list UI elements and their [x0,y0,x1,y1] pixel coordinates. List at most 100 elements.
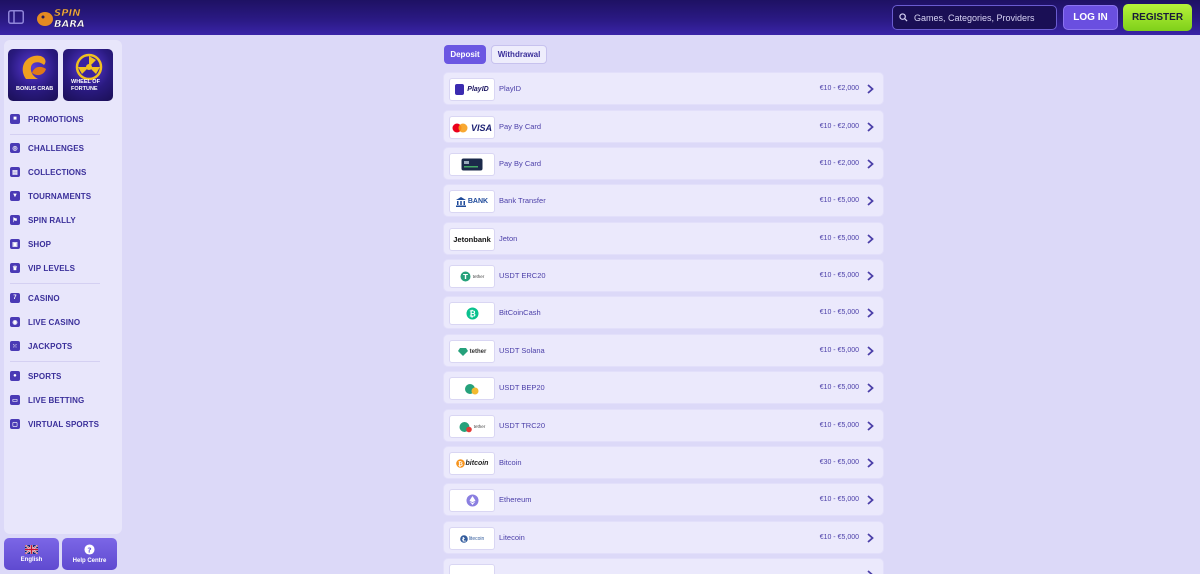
sidebar-item-label: CASINO [28,293,60,303]
method-name: Bitcoin [499,458,522,467]
method-name: BitCoinCash [499,308,541,317]
payment-method-bitcoin-cash[interactable]: ₿ BitCoinCash €10 - €5,000 [443,296,884,329]
crab-claw-icon [22,55,46,79]
chevron-right-icon [864,345,876,357]
sidebar-item-live-casino[interactable]: ◉ LIVE CASINO [10,314,80,330]
method-range: €10 - €5,000 [819,235,859,242]
roulette-icon: ◉ [10,317,20,327]
sidebar-item-live-betting[interactable]: ▭ LIVE BETTING [10,392,84,408]
payment-method-litecoin[interactable]: Ł litecoin Litecoin €10 - €5,000 [443,521,884,554]
sidebar-item-shop[interactable]: ▣ SHOP [10,236,51,252]
chevron-right-icon [864,83,876,95]
promo-card-wheel[interactable]: WHEEL OF FORTUNE [63,49,113,101]
logo-text: tether [472,274,485,279]
promo-label: BONUS CRAB [16,86,54,92]
help-icon: ? [84,544,95,555]
method-range: €10 - €5,000 [819,422,859,429]
shop-icon: ▣ [10,239,20,249]
register-button[interactable]: REGISTER [1123,4,1192,31]
sidebar-item-tournaments[interactable]: ▼ TOURNAMENTS [10,188,91,204]
promo-card-bonus-crab[interactable]: BONUS CRAB [8,49,58,101]
sidebar-item-vip-levels[interactable]: ♛ VIP LEVELS [10,260,75,276]
method-range: €10 - €2,000 [819,85,859,92]
credit-card-icon [461,158,483,171]
sidebar-item-virtual-sports[interactable]: ▢ VIRTUAL SPORTS [10,416,99,432]
divider [10,283,100,284]
method-range: €10 - €5,000 [819,496,859,503]
litecoin-icon: Ł [459,534,468,543]
logo-text: VISA [470,122,492,133]
chevron-right-icon [864,158,876,170]
sidebar-item-casino[interactable]: 7 CASINO [10,290,60,306]
sidebar-item-label: CHALLENGES [28,143,85,153]
method-name: USDT TRC20 [499,421,545,430]
svg-text:T: T [463,273,468,281]
sidebar-item-label: VIP LEVELS [28,263,76,273]
uk-flag-icon [25,545,38,554]
method-range: €10 - €2,000 [819,123,859,130]
sidebar-item-jackpots[interactable]: ⁙ JACKPOTS [10,338,72,354]
sidebar-item-spin-rally[interactable]: ⚑ SPIN RALLY [10,212,76,228]
sidebar-item-promotions[interactable]: ■ PROMOTIONS [10,111,84,127]
tether-bep20-logo [449,377,495,400]
help-centre-button[interactable]: ? Help Centre [62,538,117,570]
chevron-right-icon [864,121,876,133]
language-label: English [20,557,43,563]
payment-method-usdt-solana[interactable]: tether USDT Solana €10 - €5,000 [443,334,884,367]
payment-method-card[interactable]: Pay By Card €10 - €2,000 [443,147,884,180]
chevron-right-icon [864,270,876,282]
spinbara-logo[interactable]: SPIN BARA [36,5,96,30]
tether-erc20-logo: T tether [449,265,495,288]
payment-method-usdt-trc20[interactable]: tether USDT TRC20 €10 - €5,000 [443,409,884,442]
login-button[interactable]: LOG IN [1063,5,1118,30]
method-range: €10 - €5,000 [819,384,859,391]
mastercard-icon [452,123,468,132]
sidebar-toggle-icon[interactable] [6,7,26,27]
top-bar: SPIN BARA LOG IN REGISTER [0,0,1200,35]
method-range: €10 - €5,000 [819,197,859,204]
method-name: Ethereum [499,495,532,504]
payment-logo [449,564,495,574]
payment-method-jeton[interactable]: Jetonbank Jeton €10 - €5,000 [443,222,884,255]
sidebar-item-challenges[interactable]: ◎ CHALLENGES [10,140,84,156]
ethereum-icon [466,494,478,507]
tether-icon: T [460,271,471,282]
payment-method-bitcoin[interactable]: ₿ bitcoin Bitcoin €30 - €5,000 [443,446,884,479]
bitcoin-icon: ₿ [455,459,465,468]
chevron-right-icon [864,195,876,207]
method-name: USDT BEP20 [499,383,545,392]
payment-method-partial[interactable] [443,558,884,574]
sidebar-item-label: SHOP [28,239,52,249]
logo-text: tether [469,348,487,355]
bank-transfer-logo: BANK [449,190,495,213]
language-button[interactable]: English [4,538,59,570]
search-icon [899,13,908,22]
payment-method-usdt-erc20[interactable]: T tether USDT ERC20 €10 - €5,000 [443,259,884,292]
method-range: €10 - €5,000 [819,347,859,354]
svg-text:₿: ₿ [458,461,463,468]
search-input[interactable] [914,12,1054,23]
crown-icon: ♛ [10,263,20,273]
payment-method-usdt-bep20[interactable]: USDT BEP20 €10 - €5,000 [443,371,884,404]
visa-mastercard-logo: VISA [449,116,495,139]
card-logo [449,153,495,176]
sidebar-item-label: LIVE CASINO [28,317,81,327]
payment-method-ethereum[interactable]: Ethereum €10 - €5,000 [443,483,884,516]
payment-method-bank-transfer[interactable]: BANK Bank Transfer €10 - €5,000 [443,184,884,217]
logo-text: Jetonbank [453,235,491,244]
method-range: €10 - €5,000 [819,272,859,279]
flag-icon: ⚑ [10,215,20,225]
screen-icon: ▢ [10,419,20,429]
payment-method-card-visa[interactable]: VISA Pay By Card €10 - €2,000 [443,110,884,143]
tab-deposit[interactable]: Deposit [444,45,486,64]
payment-method-playid[interactable]: PlayID PlayID €10 - €2,000 [443,72,884,105]
search-box[interactable] [892,5,1057,30]
logo-text: tether [473,424,486,429]
sidebar-item-sports[interactable]: ● SPORTS [10,368,62,384]
method-name: Litecoin [499,533,525,542]
divider [10,361,100,362]
sidebar-item-collections[interactable]: ▤ COLLECTIONS [10,164,86,180]
sidebar-item-label: TOURNAMENTS [28,191,92,201]
tab-withdrawal[interactable]: Withdrawal [491,45,547,64]
litecoin-logo: Ł litecoin [449,527,495,550]
